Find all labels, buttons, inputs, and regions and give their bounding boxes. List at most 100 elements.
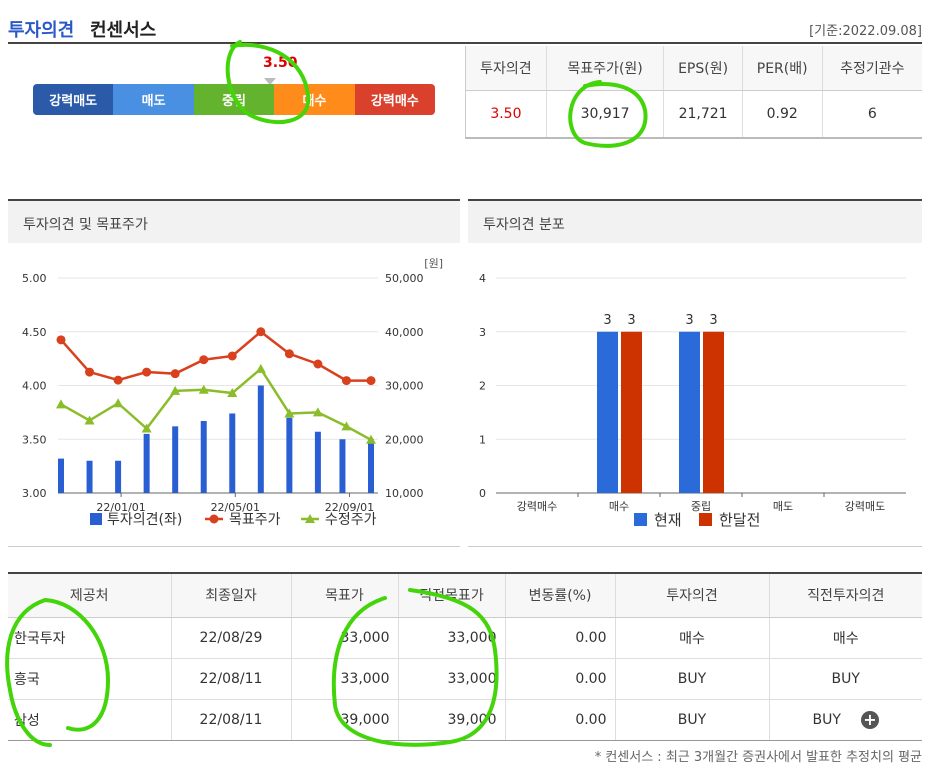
opinion-distribution-panel: 투자의견 분포 0 1 2 3 4 강력매수 매수 3 3 중립 3 3 매도 강력매도 현재 한달전 — [468, 199, 922, 547]
target-price-point — [142, 367, 152, 377]
opinion-scale-bar: 강력매도 매도 중립 매수 강력매수 — [33, 84, 436, 115]
target-price-point — [199, 355, 209, 365]
legend-marker-target — [209, 514, 219, 524]
segment-buy: 매수 — [274, 84, 355, 115]
cell-opinion: BUY — [614, 699, 769, 741]
panel-title: 투자의견 분포 — [468, 201, 922, 243]
legend-label: 투자의견(좌) — [107, 512, 182, 528]
cell-target: 39,000 — [290, 699, 398, 741]
legend-label: 목표주가 — [229, 512, 281, 528]
opinion-bar — [172, 426, 179, 493]
adjusted-price-point — [255, 363, 266, 373]
table-row: 삼성 22/08/11 39,000 39,000 0.00 BUY BUY + — [8, 699, 922, 741]
segment-sell: 매도 — [113, 84, 194, 115]
left-tick-label: 4.00 — [22, 380, 47, 393]
cell-target: 33,000 — [290, 658, 398, 700]
cell-date: 22/08/11 — [170, 658, 291, 700]
summary-header: PER(배) — [741, 46, 823, 91]
opinion-marker-value: 3.50 — [263, 55, 298, 71]
opinion-bar — [339, 439, 346, 493]
left-tick-label: 5.00 — [22, 272, 47, 285]
col-opinion[interactable]: 투자의견 — [614, 573, 769, 618]
category-label: 매수 — [609, 500, 629, 513]
opinion-bar — [286, 417, 293, 493]
bar-value-label: 3 — [685, 313, 693, 328]
target-price-point — [256, 327, 266, 337]
y-tick-label: 3 — [479, 326, 486, 339]
summary-eps: 21,721 — [663, 90, 743, 139]
opinion-bar — [368, 439, 374, 493]
bar-value-label: 3 — [603, 313, 611, 328]
summary-institution-count: 6 — [821, 90, 922, 139]
category-label: 매도 — [773, 500, 793, 513]
opinion-bar — [257, 385, 264, 493]
col-prev-opinion[interactable]: 직전투자의견 — [768, 573, 922, 618]
adjusted-price-point — [56, 399, 66, 409]
opinion-bar — [200, 420, 207, 493]
col-target-price[interactable]: 목표가 — [290, 573, 398, 618]
segment-strong-sell: 강력매도 — [33, 84, 114, 115]
month-ago-bar — [621, 331, 642, 493]
cell-prev-opinion-text: BUY — [812, 711, 841, 728]
y-tick-label: 4 — [479, 272, 486, 285]
category-label: 중립 — [691, 500, 711, 513]
legend-swatch-current — [634, 513, 647, 526]
target-price-point — [227, 351, 237, 361]
cell-prev-opinion: BUY — [768, 658, 922, 700]
table-row: 한국투자 22/08/29 33,000 33,000 0.00 매수 매수 — [8, 617, 922, 659]
legend-label: 한달전 — [719, 511, 760, 529]
summary-header-row: 투자의견 목표주가(원) EPS(원) PER(배) 추정기관수 — [465, 46, 922, 91]
target-price-point — [284, 349, 294, 359]
y-tick-label: 1 — [479, 433, 486, 446]
summary-opinion-value: 3.50 — [465, 90, 547, 139]
summary-per: 0.92 — [741, 90, 823, 139]
target-price-line — [60, 330, 371, 382]
right-tick-label: 20,000 — [385, 433, 424, 446]
opinion-bar — [58, 458, 64, 493]
legend-label: 현재 — [654, 511, 682, 529]
expand-plus-icon[interactable]: + — [860, 710, 879, 729]
cell-date: 22/08/11 — [170, 699, 291, 741]
legend-swatch-opinion — [90, 513, 102, 525]
opinion-bar — [86, 460, 93, 493]
col-last-date[interactable]: 최종일자 — [170, 573, 291, 618]
target-price-point — [366, 376, 376, 386]
consensus-summary-table: 투자의견 목표주가(원) EPS(원) PER(배) 추정기관수 3.50 30… — [465, 46, 922, 139]
bar-value-label: 3 — [709, 313, 717, 328]
cell-prev-opinion: 매수 — [768, 617, 922, 659]
y-tick-label: 2 — [479, 380, 486, 393]
opinion-bar — [143, 433, 150, 493]
col-change-rate[interactable]: 변동률(%) — [504, 573, 615, 618]
opinion-bar — [314, 431, 321, 493]
target-price-point — [85, 367, 95, 377]
left-tick-label: 3.50 — [22, 433, 47, 446]
panel-title: 투자의견 및 목표주가 — [8, 201, 460, 243]
opinion-bar — [115, 460, 122, 493]
summary-header: 투자의견 — [465, 46, 547, 91]
cell-prev-target: 33,000 — [397, 658, 505, 700]
section-header: 투자의견 컨센서스 [기준:2022.09.08] — [8, 10, 922, 44]
col-provider[interactable]: 제공처 — [8, 573, 171, 618]
cell-provider: 한국투자 — [8, 617, 171, 659]
right-tick-label: 10,000 — [385, 487, 424, 500]
footnote: * 컨센서스 : 최근 3개월간 증권사에서 발표한 추정치의 평균 — [594, 750, 922, 765]
col-prev-target-price[interactable]: 직전목표가 — [397, 573, 505, 618]
summary-header: 추정기관수 — [821, 46, 922, 91]
table-row: 흥국 22/08/11 33,000 33,000 0.00 BUY BUY — [8, 658, 922, 700]
right-tick-label: 50,000 — [385, 272, 424, 285]
summary-header: EPS(원) — [663, 46, 743, 91]
target-price-point — [56, 335, 66, 345]
adjusted-price-point — [84, 415, 95, 425]
current-bar — [597, 331, 618, 493]
summary-value-row: 3.50 30,917 21,721 0.92 6 — [465, 90, 922, 139]
cell-opinion: BUY — [614, 658, 769, 700]
cell-change: 0.00 — [504, 617, 615, 659]
target-price-point — [341, 376, 351, 386]
cell-target: 33,000 — [290, 617, 398, 659]
category-label: 강력매도 — [845, 500, 885, 513]
title-investment-opinion: 투자의견 — [8, 20, 75, 41]
legend-swatch-month-ago — [699, 513, 712, 526]
month-ago-bar — [703, 331, 724, 493]
adjusted-price-line — [60, 366, 372, 441]
target-price-point — [170, 369, 180, 379]
